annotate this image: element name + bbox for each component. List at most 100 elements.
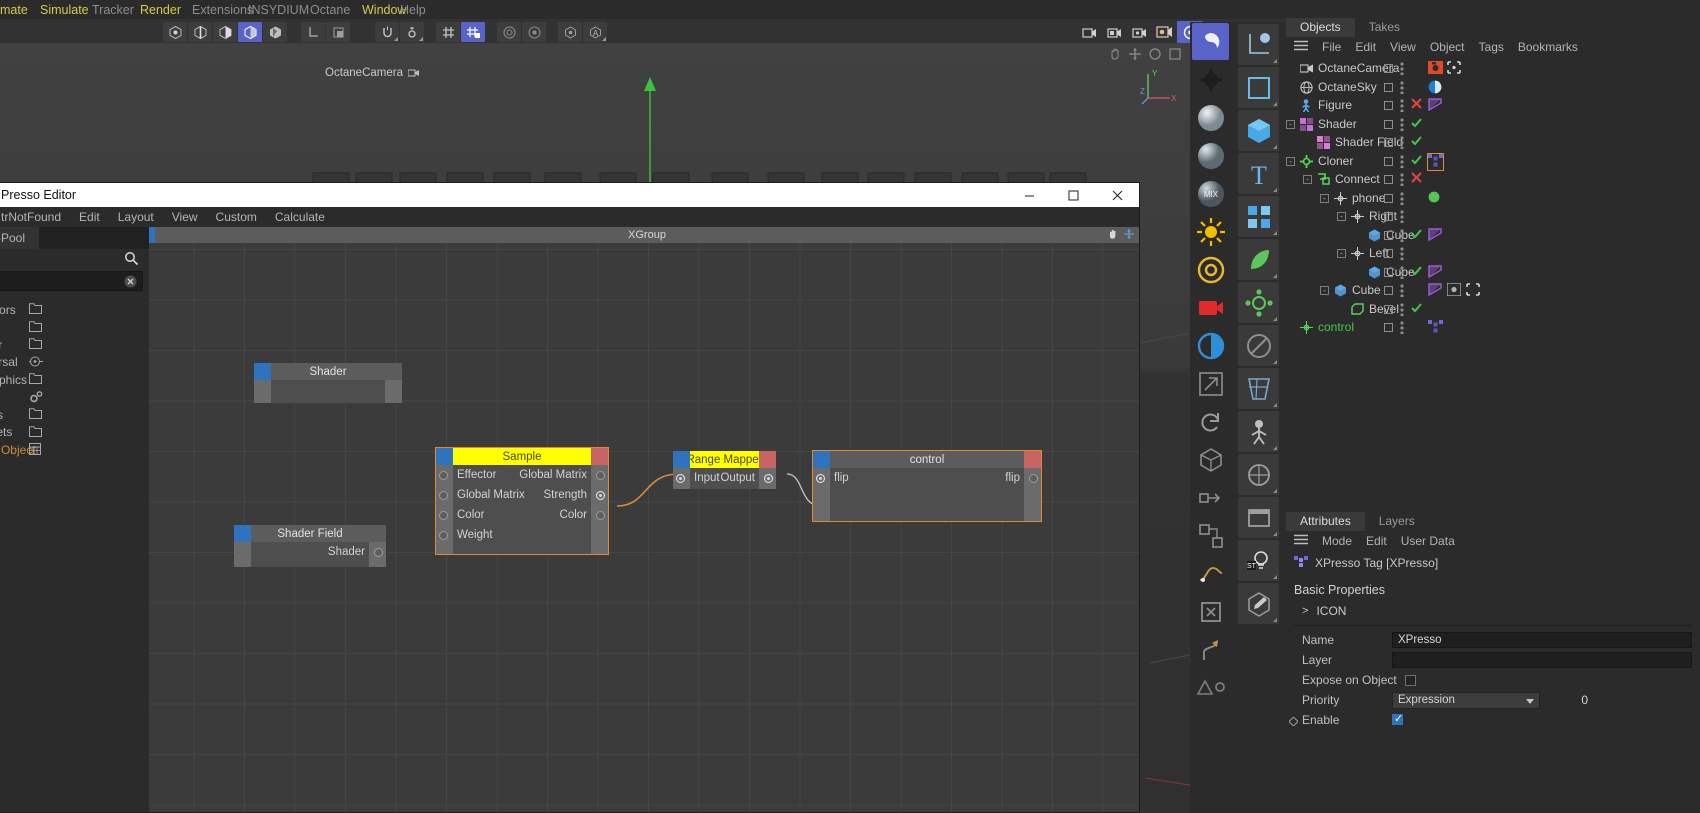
light-settings-icon[interactable]: ST (1238, 540, 1279, 581)
render-queue-panel-icon[interactable] (1238, 497, 1279, 538)
hamburger-icon[interactable] (1294, 534, 1308, 548)
editor-visibility-checkbox[interactable] (1384, 101, 1393, 110)
visibility-dots[interactable] (1399, 320, 1405, 337)
editor-visibility-checkbox[interactable] (1384, 267, 1393, 277)
om-menu-view[interactable]: View (1390, 40, 1416, 54)
pool-item-stem-presets[interactable]: stem Presets (0, 406, 149, 424)
pool-item-universal[interactable]: └Universal (0, 354, 149, 372)
snap-enable-icon[interactable] (375, 22, 399, 42)
xpresso-editor-window[interactable]: Presso Editor trNotFound Edit Layout View Cu… (0, 182, 1140, 813)
visibility-dots[interactable] (1399, 80, 1405, 97)
node-header[interactable]: Range Mapper (673, 451, 776, 468)
enabled-check-icon[interactable] (1410, 116, 1423, 132)
tag-green-dot-tag[interactable] (1428, 191, 1440, 206)
hamburger-icon[interactable] (1294, 40, 1308, 54)
menu-item-octane[interactable]: Octane (310, 3, 350, 17)
render-view-icon[interactable] (1077, 22, 1101, 42)
object-row[interactable]: - Connect (1286, 170, 1700, 189)
pool-item-is-same-object[interactable]: └Is Same Object (0, 441, 149, 459)
point-mode-icon[interactable] (163, 22, 187, 42)
expander-toggle[interactable]: - (1303, 175, 1312, 184)
attr-menu-mode[interactable]: Mode (1322, 534, 1352, 548)
grid-layout-icon[interactable] (1192, 517, 1229, 554)
axis-mode-icon[interactable] (301, 22, 325, 42)
tag-xpresso-tag[interactable] (1428, 320, 1443, 336)
attr-select[interactable]: Expression (1392, 691, 1540, 709)
material-sphere-glossy-icon[interactable] (1192, 137, 1229, 174)
xpresso-menu-calculate[interactable]: Calculate (275, 210, 325, 224)
attr-row-expose-on-object[interactable]: Expose on Object (1286, 670, 1700, 690)
visibility-dots[interactable] (1399, 283, 1405, 300)
om-menu-tags[interactable]: Tags (1479, 40, 1504, 54)
objects-manager[interactable]: Objects Takes File Edit View Object Tags Book… (1286, 18, 1700, 510)
enabled-check-icon[interactable] (1410, 301, 1423, 317)
editor-visibility-checkbox[interactable] (1384, 82, 1393, 92)
editor-visibility-checkbox[interactable] (1384, 323, 1393, 332)
input-port-dot[interactable] (439, 491, 448, 500)
node-input-socket-area[interactable] (436, 448, 453, 465)
editor-visibility-checkbox[interactable] (1384, 119, 1393, 129)
node-input-socket-area[interactable] (234, 525, 251, 542)
object-row[interactable]: - Left (1286, 244, 1700, 263)
editor-visibility-checkbox[interactable] (1384, 193, 1393, 203)
xpresso-titlebar[interactable]: Presso Editor (0, 183, 1139, 207)
tab-layers[interactable]: Layers (1364, 512, 1429, 531)
tag-xpresso-tag[interactable] (1427, 152, 1444, 171)
node-input-socket-area[interactable] (673, 451, 690, 468)
editor-visibility-checkbox[interactable] (1384, 156, 1393, 166)
render-settings-icon[interactable] (522, 22, 546, 42)
node-control[interactable]: control flip flip (812, 450, 1042, 522)
objects-manager-menu[interactable]: File Edit View Object Tags Bookmarks (1286, 37, 1700, 57)
menu-item-tracker[interactable]: Tracker (92, 3, 134, 17)
attr-priority-value[interactable]: 0 (1548, 693, 1588, 707)
visibility-dots[interactable] (1399, 302, 1405, 319)
pool-item-sample[interactable]: └Sample (0, 389, 149, 407)
cube-corner-icon[interactable] (1192, 441, 1229, 478)
node-canvas[interactable]: Shader Shader Field Shader Sample Effector Gl… (149, 243, 1139, 812)
visibility-dots[interactable] (1399, 154, 1405, 171)
om-menu-edit[interactable]: Edit (1355, 40, 1376, 54)
character-icon[interactable] (1238, 411, 1279, 452)
edit-pencil-icon[interactable] (1238, 583, 1279, 624)
object-axis-icon[interactable] (326, 22, 350, 42)
octane-live-viewer-icon[interactable] (558, 22, 582, 42)
expander-toggle[interactable]: - (1320, 193, 1329, 203)
output-port-dot[interactable] (596, 511, 605, 520)
attr-checkbox[interactable] (1404, 674, 1416, 686)
attr-row-priority[interactable]: Priority Expression 0 (1286, 690, 1700, 710)
editor-visibility-checkbox[interactable] (1384, 230, 1393, 240)
editor-visibility-checkbox[interactable] (1384, 304, 1393, 314)
editor-visibility-checkbox[interactable] (1384, 64, 1393, 73)
reset-rotate-icon[interactable] (1192, 403, 1229, 440)
attribute-fields[interactable]: Name XPresso Layer Expose on Object Priority… (1286, 630, 1700, 730)
tab-takes[interactable]: Takes (1354, 18, 1415, 37)
maximize-icon[interactable] (1051, 183, 1095, 207)
input-port-dot[interactable] (439, 471, 448, 480)
pool-item-logic-presets[interactable]: ├Logic Presets (0, 424, 149, 442)
input-port-dot[interactable] (676, 474, 685, 483)
attr-checkbox[interactable] (1392, 712, 1403, 725)
menu-item-help[interactable]: Help (400, 3, 426, 17)
om-menu-object[interactable]: Object (1430, 40, 1465, 54)
tag-octane-camera-tag[interactable] (1428, 61, 1443, 77)
octane-node-editor-icon[interactable]: A (583, 22, 607, 42)
enabled-check-icon[interactable] (1410, 264, 1423, 280)
grid-deform-icon[interactable] (1238, 368, 1279, 409)
object-row[interactable]: OctaneCamera (1286, 59, 1700, 78)
output-port-dot[interactable] (1029, 474, 1038, 483)
arrows-icon[interactable] (1123, 228, 1135, 240)
expander-toggle[interactable]: - (1337, 249, 1346, 258)
editor-visibility-checkbox[interactable] (1384, 175, 1393, 184)
attr-row-layer[interactable]: Layer (1286, 650, 1700, 670)
object-row[interactable]: Cube (1286, 226, 1700, 245)
render-queue-icon[interactable] (1127, 22, 1151, 42)
right-icon-palette[interactable]: T ST (1231, 22, 1286, 813)
object-row[interactable]: Cube (1286, 263, 1700, 282)
object-row[interactable]: - phone (1286, 189, 1700, 208)
node-range-mapper[interactable]: Range Mapper Input Output (673, 451, 776, 489)
visibility-dots[interactable] (1399, 265, 1405, 282)
window-controls[interactable] (1007, 183, 1139, 207)
attributes-menu[interactable]: Mode Edit User Data (1286, 531, 1700, 551)
icon-group-row[interactable]: > ICON (1286, 601, 1700, 621)
output-port-dot[interactable] (374, 548, 383, 557)
